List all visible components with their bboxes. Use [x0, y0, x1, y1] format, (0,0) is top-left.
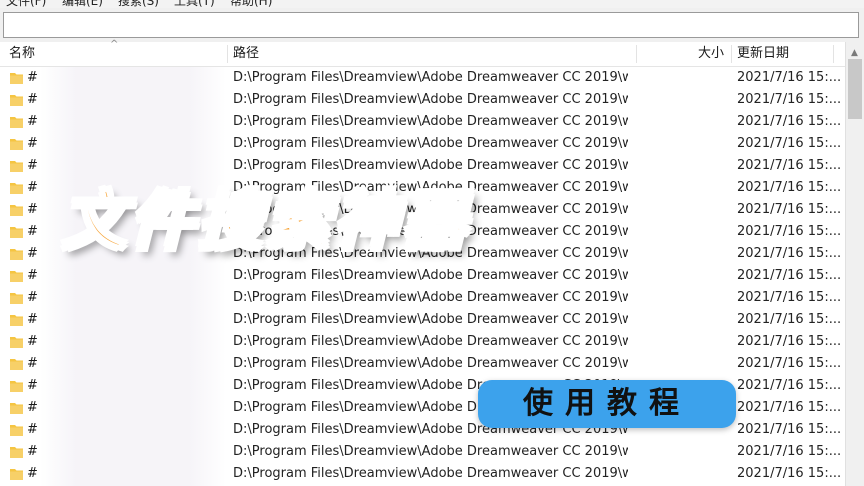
column-modified-header[interactable]: 更新日期	[737, 42, 789, 66]
folder-icon	[10, 403, 23, 414]
row-path: D:\Program Files\Dreamview\Adobe Dreamwe…	[233, 70, 628, 85]
row-modified-date: 2021/7/16 15:...	[737, 356, 842, 371]
folder-icon	[10, 381, 23, 392]
folder-icon	[10, 469, 23, 480]
row-path: D:\Program Files\Dreamview\Adobe Dreamwe…	[233, 92, 628, 107]
row-name: #	[27, 378, 38, 393]
row-modified-date: 2021/7/16 15:...	[737, 158, 842, 173]
column-header: 名称 ^ 路径 大小 更新日期	[0, 39, 864, 67]
vertical-scrollbar[interactable]: ▲	[845, 42, 864, 486]
folder-icon	[10, 139, 23, 150]
row-name: #	[27, 70, 38, 85]
folder-icon	[10, 161, 23, 172]
row-path: D:\Program Files\Dreamview\Adobe Dreamwe…	[233, 136, 628, 151]
menu-search[interactable]: 搜索(S)	[118, 0, 159, 8]
row-modified-date: 2021/7/16 15:...	[737, 114, 842, 129]
folder-icon	[10, 293, 23, 304]
folder-icon	[10, 447, 23, 458]
row-modified-date: 2021/7/16 15:...	[737, 400, 842, 415]
row-modified-date: 2021/7/16 15:...	[737, 312, 842, 327]
folder-icon	[10, 205, 23, 216]
menu-help[interactable]: 帮助(H)	[230, 0, 272, 8]
row-modified-date: 2021/7/16 15:...	[737, 202, 842, 217]
row-path: D:\Program Files\Dreamview\Adobe Dreamwe…	[233, 114, 628, 129]
row-path: D:\Program Files\Dreamview\Adobe Dreamwe…	[233, 356, 628, 371]
row-modified-date: 2021/7/16 15:...	[737, 444, 842, 459]
row-name: #	[27, 466, 38, 481]
row-modified-date: 2021/7/16 15:...	[737, 224, 842, 239]
row-path: D:\Program Files\Dreamview\Adobe Dreamwe…	[233, 466, 628, 481]
row-name: #	[27, 180, 38, 195]
folder-icon	[10, 249, 23, 260]
menu-file[interactable]: 文件(F)	[6, 0, 46, 8]
row-modified-date: 2021/7/16 15:...	[737, 378, 842, 393]
row-name: #	[27, 334, 38, 349]
row-modified-date: 2021/7/16 15:...	[737, 466, 842, 481]
column-size-header[interactable]: 大小	[698, 42, 724, 66]
column-name-header[interactable]: 名称	[9, 42, 35, 66]
column-divider[interactable]	[731, 45, 732, 63]
row-name: #	[27, 268, 38, 283]
row-name: #	[27, 224, 38, 239]
menu-bar: 文件(F) 编辑(E) 搜索(S) 工具(T) 帮助(H)	[0, 0, 864, 8]
row-name: #	[27, 158, 38, 173]
row-modified-date: 2021/7/16 15:...	[737, 180, 842, 195]
row-modified-date: 2021/7/16 15:...	[737, 92, 842, 107]
blurred-region	[40, 67, 226, 486]
column-divider[interactable]	[227, 45, 228, 63]
folder-icon	[10, 359, 23, 370]
menu-edit[interactable]: 编辑(E)	[62, 0, 103, 8]
row-path: D:\Program Files\Dreamview\Adobe Dreamwe…	[233, 290, 628, 305]
row-path: D:\Program Files\Dreamview\Adobe Dreamwe…	[233, 312, 628, 327]
column-path-header[interactable]: 路径	[233, 42, 259, 66]
column-divider[interactable]	[636, 45, 637, 63]
search-input[interactable]	[3, 12, 859, 38]
row-name: #	[27, 312, 38, 327]
tutorial-badge: 使用教程	[478, 380, 736, 428]
row-name: #	[27, 92, 38, 107]
row-name: #	[27, 202, 38, 217]
row-modified-date: 2021/7/16 15:...	[737, 422, 842, 437]
column-divider[interactable]	[833, 45, 834, 63]
folder-icon	[10, 73, 23, 84]
sort-ascending-icon: ^	[110, 39, 119, 50]
row-name: #	[27, 400, 38, 415]
row-modified-date: 2021/7/16 15:...	[737, 246, 842, 261]
row-name: #	[27, 290, 38, 305]
row-path: D:\Program Files\Dreamview\Adobe Dreamwe…	[233, 444, 628, 459]
row-modified-date: 2021/7/16 15:...	[737, 70, 842, 85]
folder-icon	[10, 227, 23, 238]
search-bar	[0, 8, 864, 43]
folder-icon	[10, 425, 23, 436]
folder-icon	[10, 315, 23, 326]
overlay-title: 文件搜索神器	[61, 184, 470, 261]
row-name: #	[27, 422, 38, 437]
folder-icon	[10, 183, 23, 194]
row-path: D:\Program Files\Dreamview\Adobe Dreamwe…	[233, 334, 628, 349]
folder-icon	[10, 271, 23, 282]
scroll-up-arrow-icon[interactable]: ▲	[851, 48, 858, 58]
folder-icon	[10, 95, 23, 106]
folder-icon	[10, 337, 23, 348]
row-modified-date: 2021/7/16 15:...	[737, 136, 842, 151]
row-name: #	[27, 444, 38, 459]
row-name: #	[27, 114, 38, 129]
folder-icon	[10, 117, 23, 128]
menu-tools[interactable]: 工具(T)	[174, 0, 215, 8]
row-modified-date: 2021/7/16 15:...	[737, 290, 842, 305]
row-modified-date: 2021/7/16 15:...	[737, 268, 842, 283]
scrollbar-thumb[interactable]	[848, 59, 862, 119]
row-name: #	[27, 246, 38, 261]
row-path: D:\Program Files\Dreamview\Adobe Dreamwe…	[233, 268, 628, 283]
row-modified-date: 2021/7/16 15:...	[737, 334, 842, 349]
row-name: #	[27, 356, 38, 371]
row-name: #	[27, 136, 38, 151]
